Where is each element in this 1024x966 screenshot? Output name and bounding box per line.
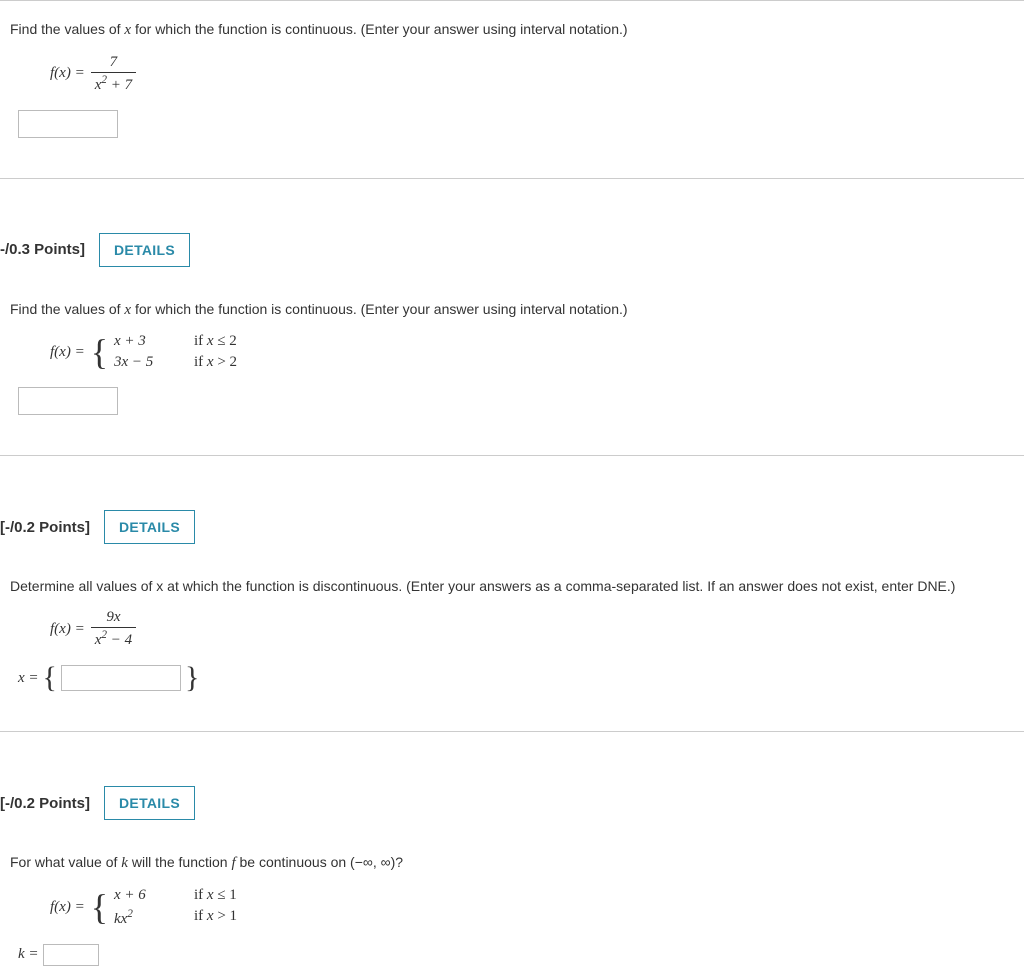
numerator: 9x: [102, 609, 124, 627]
points-label: [-/0.2 Points]: [0, 795, 90, 812]
answer-row: k =: [10, 944, 1014, 966]
question-4: [-/0.2 Points] DETAILS For what value of…: [0, 772, 1024, 966]
formula: f(x) = { x + 6 if x ≤ 1 kx2 if x > 1: [10, 887, 1014, 928]
details-button[interactable]: DETAILS: [99, 233, 190, 267]
fx-label: f(x) =: [50, 65, 85, 82]
formula: f(x) = 9x x2 − 4: [10, 609, 1014, 649]
prompt: Find the values of x for which the funct…: [10, 19, 1014, 42]
answer-prefix: x =: [18, 670, 39, 687]
answer-row: [10, 110, 1014, 138]
numerator: 7: [106, 54, 122, 72]
piece-cond: if x > 1: [194, 908, 237, 928]
answer-input[interactable]: [43, 944, 99, 966]
points-label: -/0.3 Points]: [0, 241, 85, 258]
denominator: x2 + 7: [91, 72, 136, 94]
piece-expr: x + 3: [114, 333, 174, 350]
piece-expr: x + 6: [114, 887, 174, 904]
question-3: [-/0.2 Points] DETAILS Determine all val…: [0, 496, 1024, 732]
piece-row: x + 3 if x ≤ 2: [114, 333, 237, 350]
answer-input[interactable]: [18, 110, 118, 138]
prompt-text-b: for which the function is continuous. (E…: [131, 21, 627, 37]
piece-row: kx2 if x > 1: [114, 908, 237, 928]
prompt-text-b: for which the function is continuous. (E…: [131, 301, 627, 317]
question-1: Find the values of x for which the funct…: [0, 0, 1024, 179]
formula: f(x) = { x + 3 if x ≤ 2 3x − 5 if x > 2: [10, 333, 1014, 371]
answer-prefix: k =: [18, 946, 39, 963]
piece-expr: kx2: [114, 908, 174, 928]
points-label: [-/0.2 Points]: [0, 519, 90, 536]
fx-label: f(x) =: [50, 621, 85, 638]
prompt-text: Find the values of: [10, 21, 124, 37]
brace-left-icon: {: [43, 666, 57, 690]
fraction: 7 x2 + 7: [91, 54, 136, 94]
prompt-text: Find the values of: [10, 301, 124, 317]
piece-cond: if x ≤ 2: [194, 333, 237, 350]
fx-label: f(x) =: [50, 344, 85, 361]
prompt: For what value of k will the function f …: [10, 852, 1014, 875]
brace-right-icon: }: [185, 666, 199, 690]
piece-row: x + 6 if x ≤ 1: [114, 887, 237, 904]
piece-expr: 3x − 5: [114, 354, 174, 371]
details-button[interactable]: DETAILS: [104, 786, 195, 820]
prompt: Find the values of x for which the funct…: [10, 299, 1014, 322]
piece-row: 3x − 5 if x > 2: [114, 354, 237, 371]
brace-icon: {: [91, 338, 108, 367]
fraction: 9x x2 − 4: [91, 609, 136, 649]
piece-cond: if x > 2: [194, 354, 237, 371]
brace-icon: {: [91, 893, 108, 922]
answer-input[interactable]: [61, 665, 181, 691]
formula: f(x) = 7 x2 + 7: [10, 54, 1014, 94]
details-button[interactable]: DETAILS: [104, 510, 195, 544]
answer-input[interactable]: [18, 387, 118, 415]
prompt: Determine all values of x at which the f…: [10, 576, 1014, 597]
denominator: x2 − 4: [91, 627, 136, 649]
question-2: -/0.3 Points] DETAILS Find the values of…: [0, 219, 1024, 457]
fx-label: f(x) =: [50, 899, 85, 916]
piece-cond: if x ≤ 1: [194, 887, 237, 904]
answer-row: x = { }: [10, 665, 1014, 691]
answer-row: [10, 387, 1014, 415]
